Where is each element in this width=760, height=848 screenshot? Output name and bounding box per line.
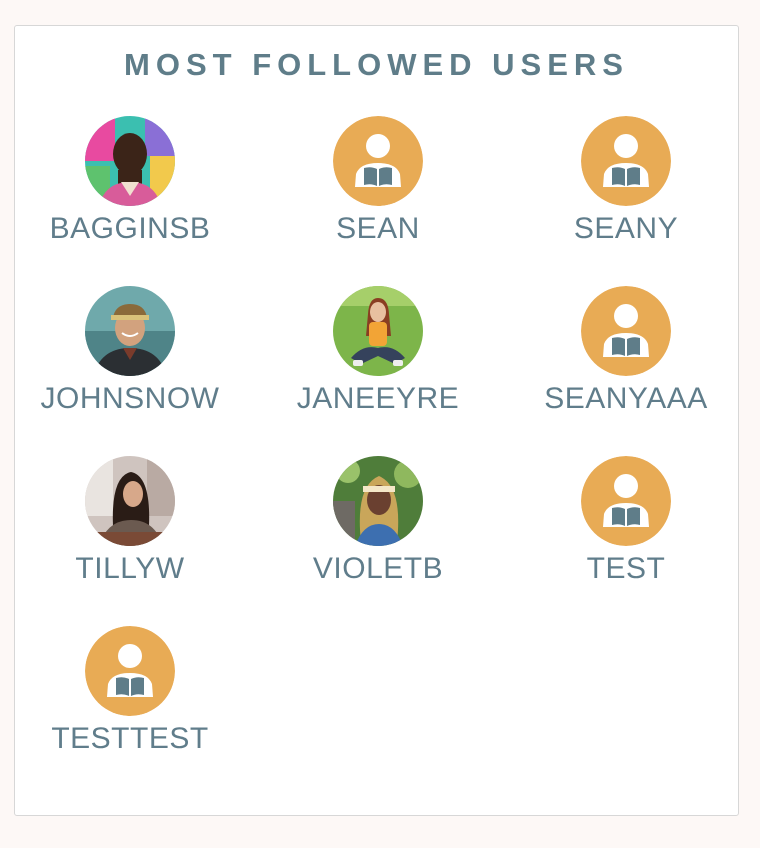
username-label[interactable]: BAGGINSB [0, 212, 265, 246]
username-label[interactable]: TEST [491, 552, 760, 586]
username-label[interactable]: SEANYAAA [491, 382, 760, 416]
default-reader-avatar-icon[interactable] [581, 116, 671, 206]
user-card-johnsnow[interactable]: JOHNSNOW [15, 286, 245, 436]
username-label[interactable]: SEANY [491, 212, 760, 246]
photo-man-graffiti-icon[interactable] [85, 116, 175, 206]
default-reader-avatar-icon[interactable] [333, 116, 423, 206]
default-reader-avatar-icon[interactable] [581, 456, 671, 546]
photo-woman-grass-icon[interactable] [333, 286, 423, 376]
user-card-bagginsb[interactable]: BAGGINSB [15, 116, 245, 266]
most-followed-users-panel: MOST FOLLOWED USERS BAGGINSB SEAN SEANY … [14, 25, 739, 816]
username-label[interactable]: TILLYW [0, 552, 265, 586]
default-reader-avatar-icon[interactable] [85, 626, 175, 716]
photo-woman-braids-icon[interactable] [333, 456, 423, 546]
photo-man-cap-icon[interactable] [85, 286, 175, 376]
panel-title: MOST FOLLOWED USERS [124, 47, 629, 82]
username-label[interactable]: JANEEYRE [243, 382, 513, 416]
username-label[interactable]: TESTTEST [0, 722, 265, 756]
username-label[interactable]: SEAN [243, 212, 513, 246]
user-card-seany[interactable]: SEANY [511, 116, 741, 266]
user-card-violetb[interactable]: VIOLETB [263, 456, 493, 606]
user-card-seanyaaa[interactable]: SEANYAAA [511, 286, 741, 436]
default-reader-avatar-icon[interactable] [581, 286, 671, 376]
user-card-sean[interactable]: SEAN [263, 116, 493, 266]
photo-woman-window-icon[interactable] [85, 456, 175, 546]
user-card-tillyw[interactable]: TILLYW [15, 456, 245, 606]
user-card-janeeyre[interactable]: JANEEYRE [263, 286, 493, 436]
user-card-testtest[interactable]: TESTTEST [15, 626, 245, 776]
username-label[interactable]: VIOLETB [243, 552, 513, 586]
user-card-test[interactable]: TEST [511, 456, 741, 606]
username-label[interactable]: JOHNSNOW [0, 382, 265, 416]
